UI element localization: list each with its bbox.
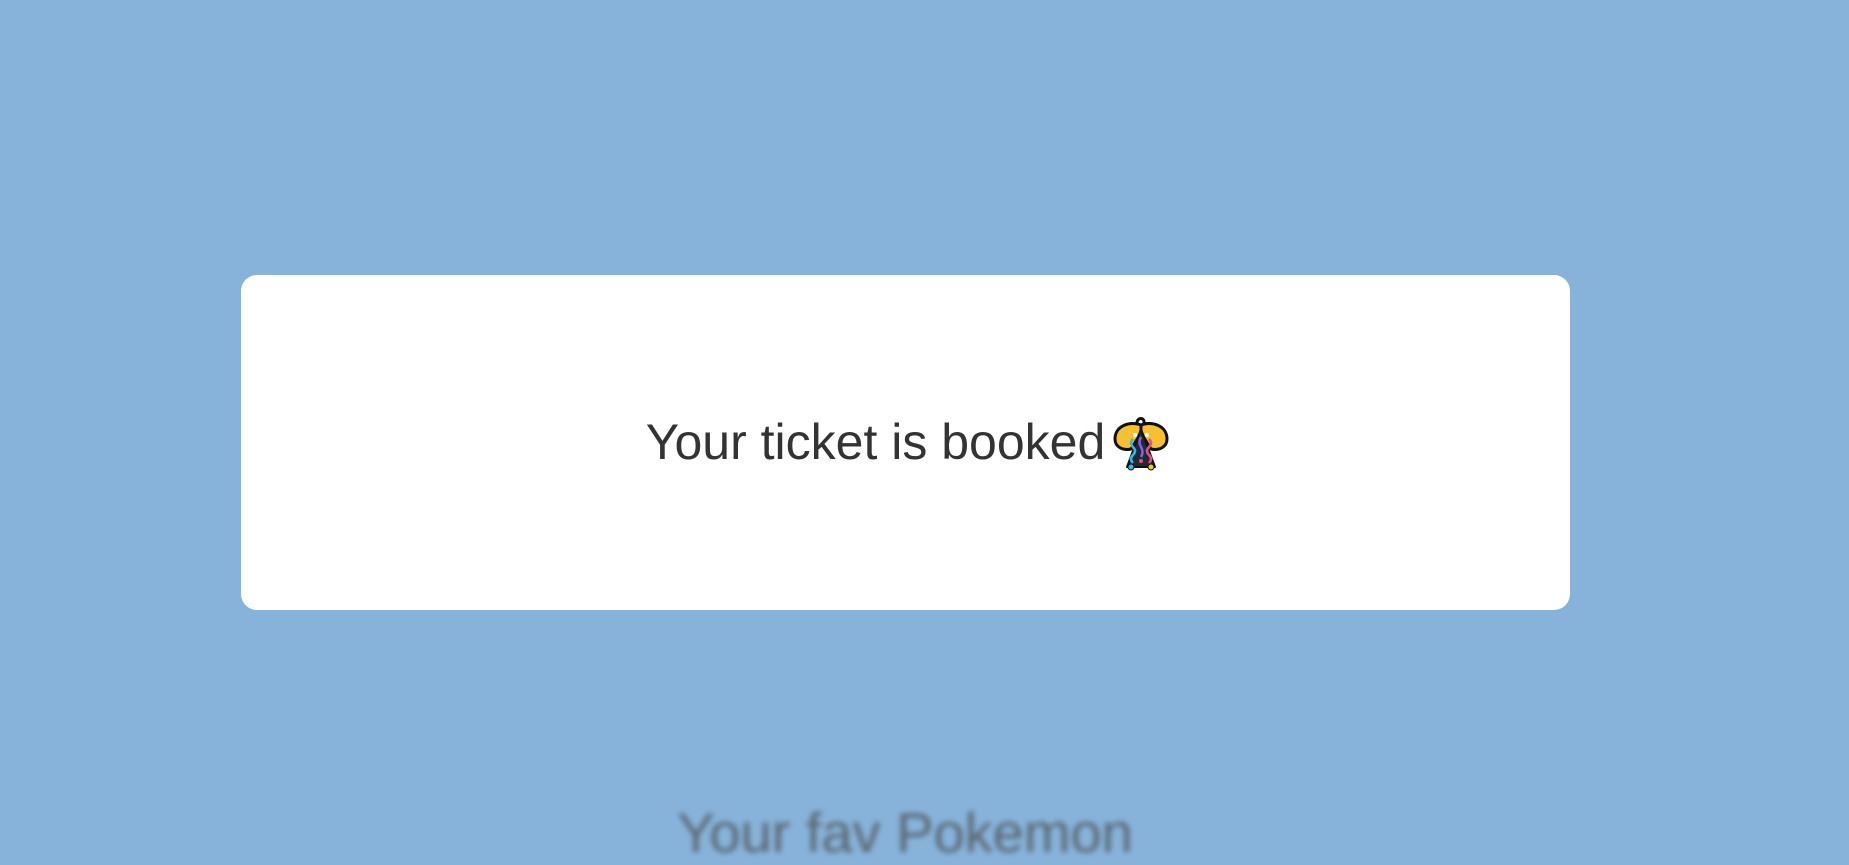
confirmation-message: Your ticket is booked — [646, 411, 1172, 473]
background-heading: Your fav Pokemon — [677, 801, 1133, 864]
booking-confirmation-modal: Your ticket is booked — [241, 275, 1570, 610]
confirmation-text: Your ticket is booked — [645, 413, 1106, 470]
party-popper-icon — [1111, 411, 1171, 473]
